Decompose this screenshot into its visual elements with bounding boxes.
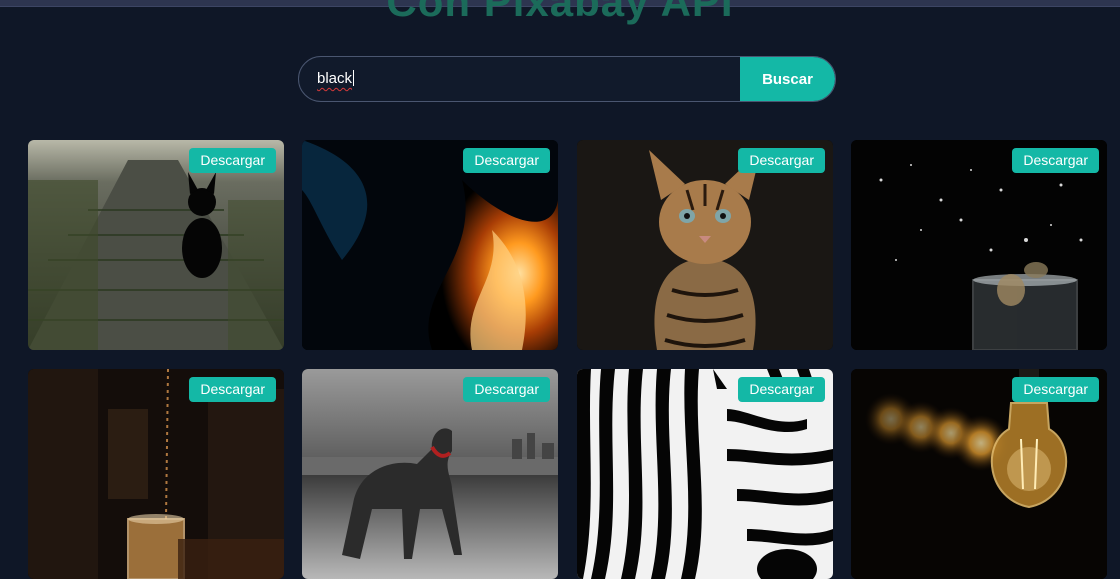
- image-card-black-kitten[interactable]: Descargar: [28, 140, 284, 350]
- download-button[interactable]: Descargar: [463, 148, 550, 173]
- image-card-water-splash[interactable]: Descargar: [851, 140, 1107, 350]
- download-button[interactable]: Descargar: [463, 377, 550, 402]
- download-button[interactable]: Descargar: [189, 148, 276, 173]
- search-input[interactable]: black: [299, 57, 742, 101]
- search-form: black Buscar: [298, 56, 836, 102]
- page-title: Con Pixabay API: [386, 0, 734, 25]
- search-button[interactable]: Buscar: [740, 57, 835, 101]
- download-button[interactable]: Descargar: [189, 377, 276, 402]
- search-input-value: black: [317, 70, 353, 87]
- download-button[interactable]: Descargar: [738, 148, 825, 173]
- image-card-drink-pour[interactable]: Descargar: [28, 369, 284, 579]
- image-card-bengal-cat[interactable]: Descargar: [577, 140, 833, 350]
- download-button[interactable]: Descargar: [1012, 148, 1099, 173]
- image-card-zebra[interactable]: Descargar: [577, 369, 833, 579]
- download-button[interactable]: Descargar: [738, 377, 825, 402]
- image-card-flame[interactable]: Descargar: [302, 140, 558, 350]
- image-card-light-bulb[interactable]: Descargar: [851, 369, 1107, 579]
- image-card-dog-beach[interactable]: Descargar: [302, 369, 558, 579]
- text-caret: [353, 70, 355, 86]
- download-button[interactable]: Descargar: [1012, 377, 1099, 402]
